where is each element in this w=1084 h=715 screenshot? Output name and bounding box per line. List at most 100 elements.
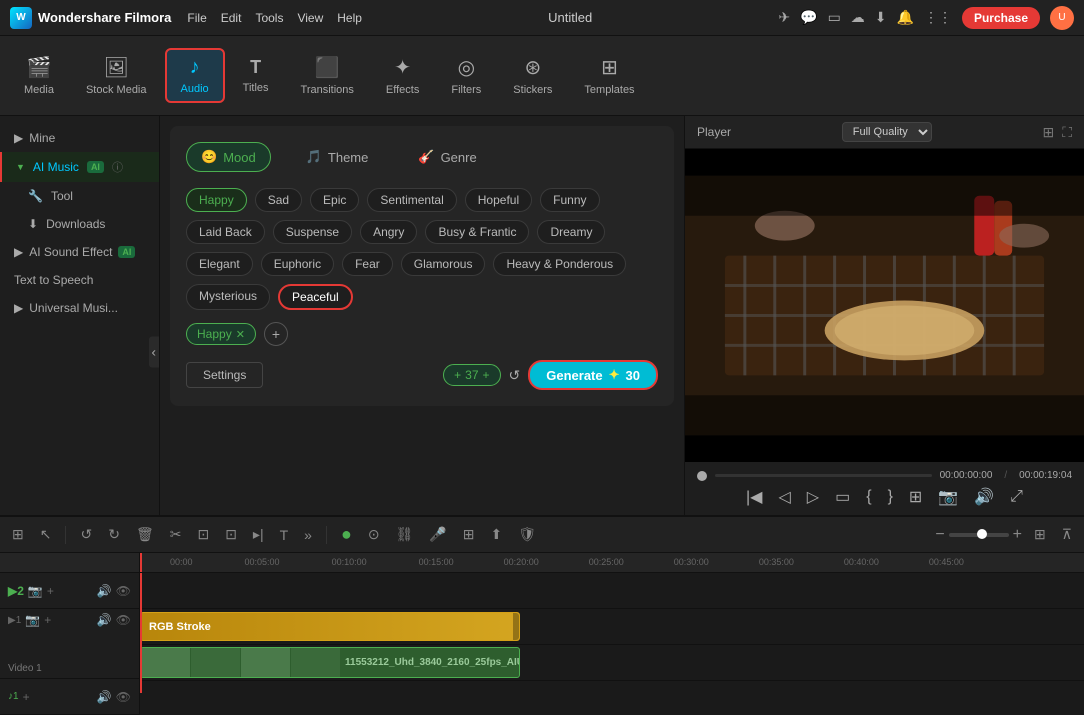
tab-genre[interactable]: 🎸 Genre [403,142,491,172]
fullscreen-icon[interactable]: ⤢ [1010,488,1023,506]
mood-tag-sad[interactable]: Sad [255,188,302,212]
sidebar-collapse-button[interactable]: ‹ [149,337,159,368]
tl-grid-icon[interactable]: ⊞ [1030,524,1050,545]
screen-icon[interactable]: ▭ [828,9,841,26]
menu-view[interactable]: View [297,11,323,25]
mood-tag-glamorous[interactable]: Glamorous [401,252,486,276]
tl-text-icon[interactable]: T [276,525,293,545]
sidebar-item-tts[interactable]: Text to Speech [0,266,159,294]
sidebar-item-mine[interactable]: ▶ Mine [0,124,159,152]
tl-expand-icon[interactable]: ⊼ [1058,524,1076,545]
toolbar-templates[interactable]: ⊞ Templates [570,49,648,102]
settings-button[interactable]: Settings [186,362,263,388]
audio1-vol-icon[interactable]: 🔊 [97,690,112,704]
tl-redo-icon[interactable]: ↻ [104,524,124,545]
tl-undo-icon[interactable]: ↺ [76,524,96,545]
mood-tag-hopeful[interactable]: Hopeful [465,188,532,212]
tl-link-icon[interactable]: ⛓ [392,524,418,545]
tl-copy-icon[interactable]: ⊡ [193,524,213,545]
tl-export-clip-icon[interactable]: ⬆ [487,524,507,545]
toolbar-effects[interactable]: ✦ Effects [372,49,433,102]
notify-icon[interactable]: 🔔 [897,9,914,26]
tl-scene-icon[interactable]: ⊞ [8,524,28,545]
progress-track[interactable] [715,474,932,477]
mood-tag-fear[interactable]: Fear [342,252,393,276]
quality-select[interactable]: Full Quality 1/2 Quality 1/4 Quality [842,122,932,142]
mood-tag-dreamy[interactable]: Dreamy [537,220,605,244]
tl-crop-icon[interactable]: ⊡ [221,524,241,545]
menu-help[interactable]: Help [337,11,362,25]
menu-edit[interactable]: Edit [221,11,242,25]
clip-icon[interactable]: ⊞ [909,487,922,507]
purchase-button[interactable]: Purchase [962,7,1040,29]
mood-tag-laid-back[interactable]: Laid Back [186,220,265,244]
sidebar-item-ai-music[interactable]: ▼ AI Music AI ⓘ [0,152,159,182]
mood-tag-funny[interactable]: Funny [540,188,599,212]
tl-protect-icon[interactable]: 🛡 [514,524,540,545]
mood-tag-busy-frantic[interactable]: Busy & Frantic [425,220,529,244]
video1-vol-icon[interactable]: 🔊 [97,613,112,627]
sidebar-item-downloads[interactable]: ⬇ Downloads [0,210,159,238]
mood-tag-suspense[interactable]: Suspense [273,220,352,244]
tl-zoom-track[interactable] [949,533,1009,537]
sidebar-item-ai-sound[interactable]: ▶ AI Sound Effect AI [0,238,159,266]
tl-zoom-in[interactable]: + [1013,526,1022,544]
play-icon[interactable]: ▷ [807,487,819,507]
toolbar-transitions[interactable]: ⬛ Transitions [287,49,368,102]
track-2-eye-icon[interactable]: 👁 [116,584,131,598]
tl-record-icon[interactable]: ● [337,522,356,547]
progress-bar[interactable]: 00:00:00:00 / 00:00:19:04 [697,470,1072,481]
toolbar-stickers[interactable]: ⊛ Stickers [499,49,566,102]
download-icon[interactable]: ⬇ [875,9,887,26]
user-avatar[interactable]: U [1050,6,1074,30]
tl-delete-icon[interactable]: 🗑 [132,524,158,545]
refresh-icon[interactable]: ↺ [509,367,521,384]
step-back-icon[interactable]: ◁ [778,487,790,507]
track-2-vol-icon[interactable]: 🔊 [97,584,112,598]
mood-tag-peaceful[interactable]: Peaceful [278,284,353,310]
tl-snap-icon[interactable]: ⊙ [364,524,384,545]
add-tag-button[interactable]: + [264,322,288,346]
video1-add-icon[interactable]: + [44,613,51,627]
video1-eye-icon[interactable]: 👁 [116,613,131,627]
toolbar-titles[interactable]: T Titles [229,51,283,100]
clip-video1-content[interactable]: 11553212_Uhd_3840_2160_25fps_AIUltraHD [140,647,520,678]
prev-frame-icon[interactable]: |◀ [746,487,762,507]
toolbar-filters[interactable]: ◎ Filters [437,49,495,102]
cloud-icon[interactable]: ☁ [851,9,865,26]
volume-icon[interactable]: 🔊 [974,487,994,507]
snapshot-icon[interactable]: 📷 [938,487,958,507]
tl-zoom-out[interactable]: − [935,526,944,544]
mood-tag-epic[interactable]: Epic [310,188,359,212]
sidebar-item-universal[interactable]: ▶ Universal Musi... [0,294,159,322]
mood-tag-angry[interactable]: Angry [360,220,417,244]
toolbar-media[interactable]: 🎬 Media [10,49,68,102]
tl-collab-icon[interactable]: ⊞ [459,524,479,545]
tab-theme[interactable]: 🎵 Theme [291,142,384,172]
track-2-cam-icon[interactable]: 📷 [28,584,43,598]
mood-tag-happy[interactable]: Happy [186,188,247,212]
mood-tag-mysterious[interactable]: Mysterious [186,284,270,310]
toolbar-audio[interactable]: ♪ Audio [165,48,225,103]
tl-cut-icon[interactable]: ✂ [166,524,186,545]
grid-view-icon[interactable]: ⊞ [1042,124,1054,141]
sidebar-item-tool[interactable]: 🔧 Tool [0,182,159,210]
mood-tag-sentimental[interactable]: Sentimental [367,188,456,212]
grid-icon[interactable]: ⋮⋮ [924,9,952,26]
mood-tag-heavy[interactable]: Heavy & Ponderous [493,252,626,276]
menu-tools[interactable]: Tools [255,11,283,25]
progress-dot[interactable] [697,471,707,481]
mark-out-icon[interactable]: } [888,488,893,506]
toolbar-stock-media[interactable]: 🖼 Stock Media [72,49,161,102]
mark-in-icon[interactable]: { [866,488,871,506]
expand-icon[interactable]: ⛶ [1062,124,1072,141]
menu-file[interactable]: File [187,11,206,25]
tab-mood[interactable]: 😊 Mood [186,142,271,172]
ai-music-info-icon[interactable]: ⓘ [112,159,123,175]
tl-select-icon[interactable]: ↖ [36,524,56,545]
selected-tag-happy[interactable]: Happy ✕ [186,323,256,345]
send-icon[interactable]: ✈ [778,9,790,26]
tl-more-icon[interactable]: » [300,525,316,545]
clip-rgb-stroke[interactable]: RGB Stroke [140,612,520,641]
track-2-add-icon[interactable]: + [47,584,54,598]
